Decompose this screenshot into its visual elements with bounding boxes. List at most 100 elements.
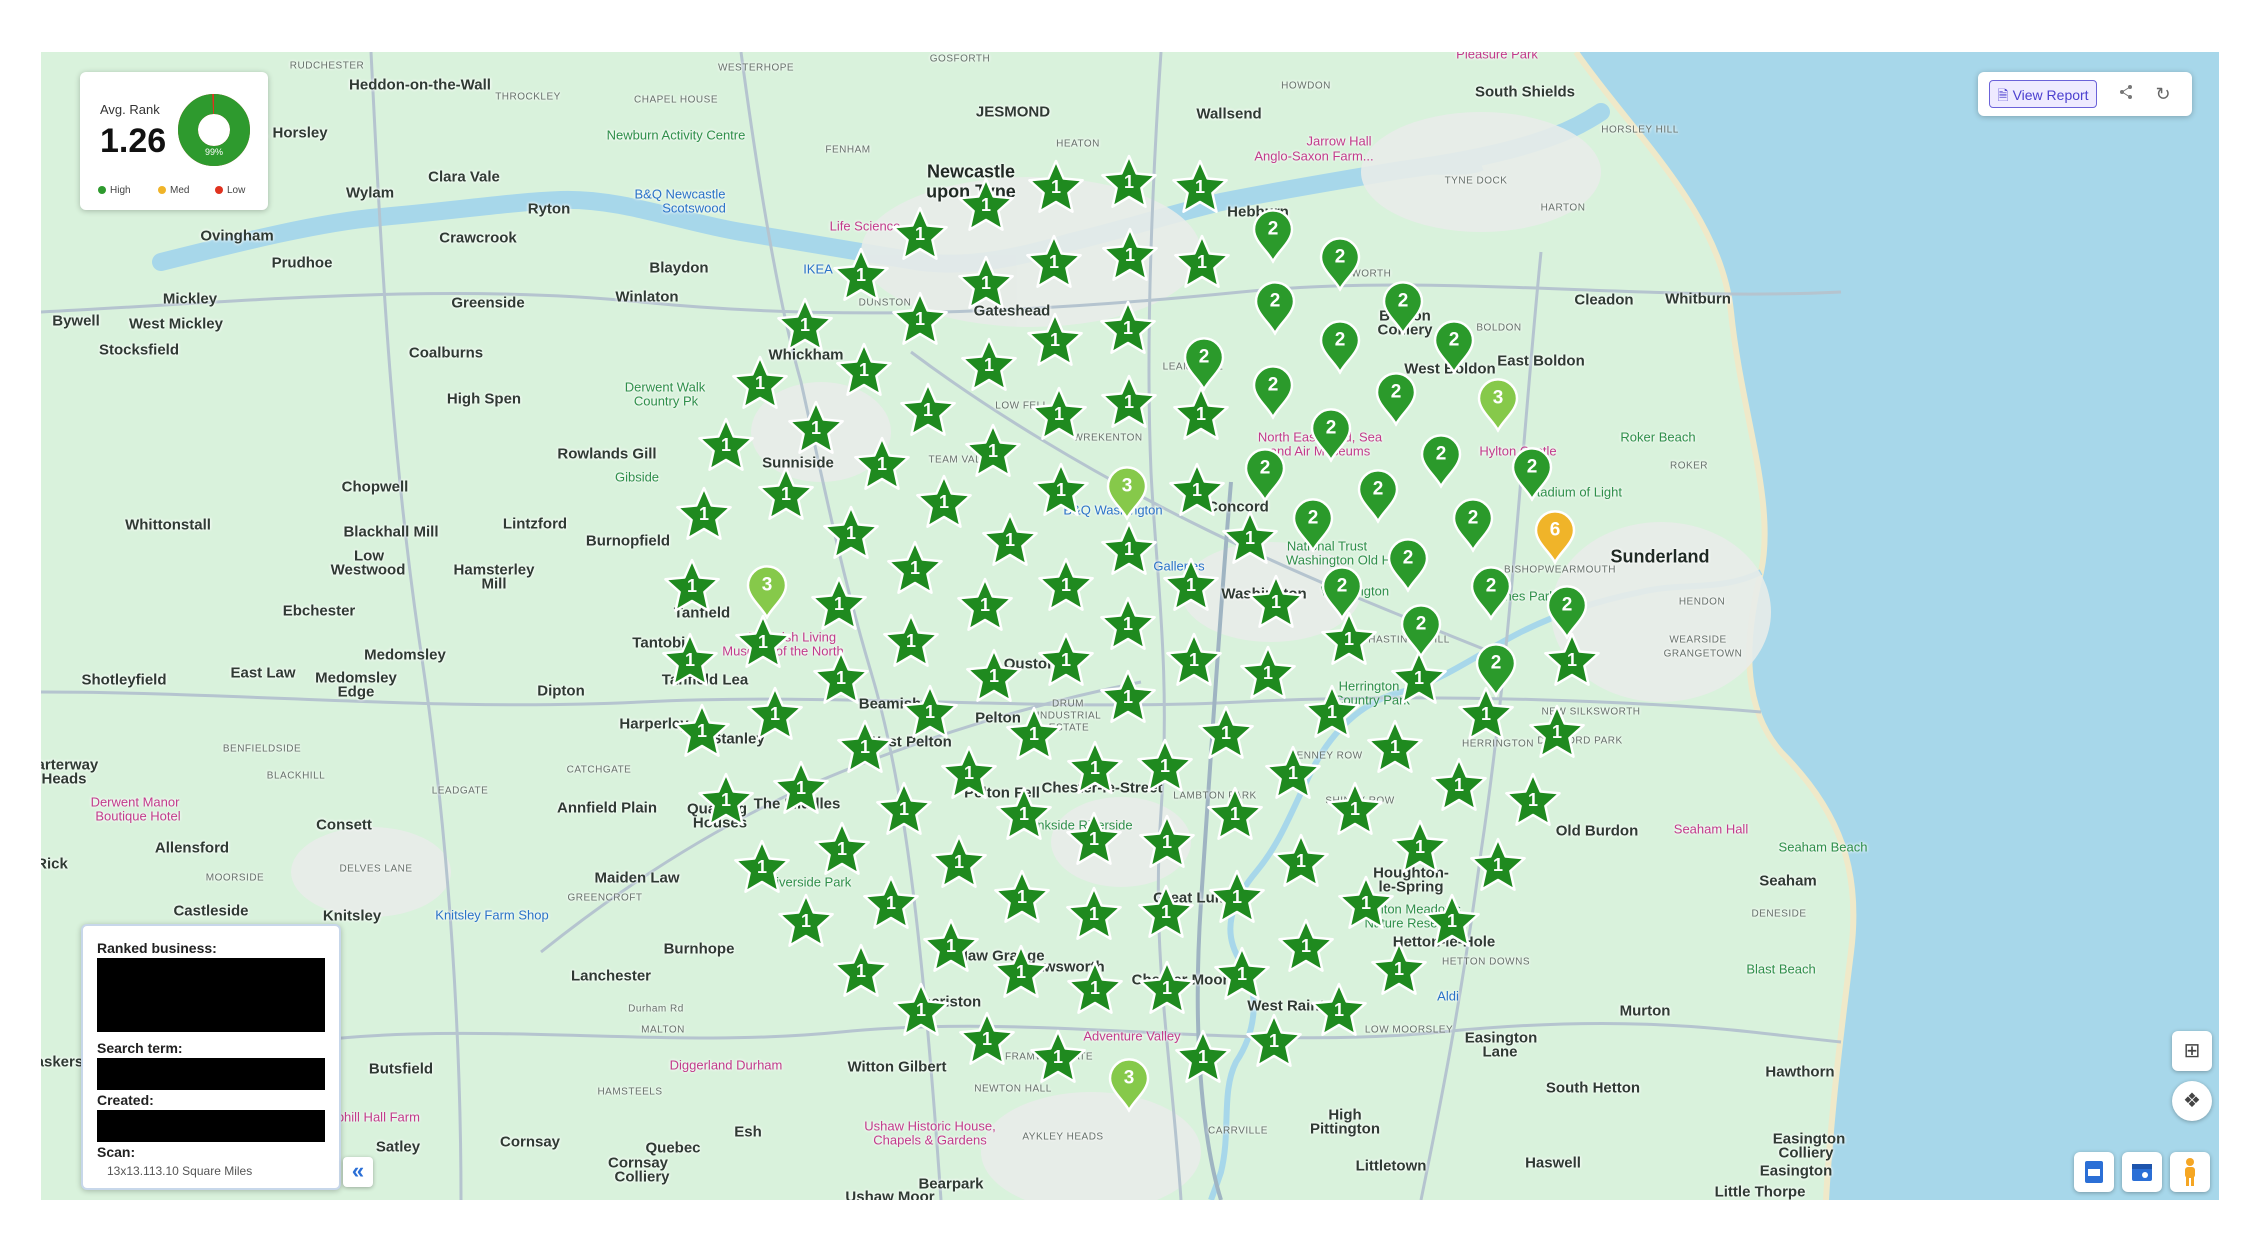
csv-export-button[interactable] [2074,1152,2114,1192]
rank-star-marker[interactable]: 1 [1391,819,1449,877]
rank-star-marker[interactable]: 1 [1026,312,1084,370]
rank-pin-marker[interactable]: 2 [1418,432,1464,489]
rank-star-marker[interactable]: 1 [1066,960,1124,1018]
rank-star-marker[interactable]: 1 [812,650,870,708]
rank-pin-marker[interactable]: 2 [1242,446,1288,503]
rank-star-marker[interactable]: 1 [891,291,949,349]
rank-star-marker[interactable]: 1 [1469,837,1527,895]
rank-pin-marker[interactable]: 2 [1355,467,1401,524]
refresh-icon[interactable]: ↻ [2148,79,2178,109]
rank-star-marker[interactable]: 1 [1172,386,1230,444]
rank-pin-marker[interactable]: 2 [1509,445,1555,502]
rank-star-marker[interactable]: 1 [1221,510,1279,568]
rank-pin-marker[interactable]: 2 [1373,370,1419,427]
rank-star-marker[interactable]: 1 [882,613,940,671]
rank-star-marker[interactable]: 1 [1430,757,1488,815]
rank-star-marker[interactable]: 1 [1423,893,1481,951]
rank-pin-marker[interactable]: 2 [1385,536,1431,593]
rank-star-marker[interactable]: 1 [957,177,1015,235]
rank-star-marker[interactable]: 1 [957,255,1015,313]
rank-pin-marker[interactable]: 2 [1431,318,1477,375]
rank-star-marker[interactable]: 1 [1173,234,1231,292]
rank-pin-marker[interactable]: 3 [1475,376,1521,433]
street-view-button[interactable] [2170,1152,2210,1192]
rank-star-marker[interactable]: 1 [958,1011,1016,1069]
rank-pin-marker[interactable]: 2 [1317,318,1363,375]
rank-star-marker[interactable]: 1 [1100,521,1158,579]
rank-star-marker[interactable]: 1 [930,834,988,892]
rank-star-marker[interactable]: 1 [731,355,789,413]
rank-star-marker[interactable]: 1 [1030,386,1088,444]
rank-star-marker[interactable]: 1 [1099,596,1157,654]
rank-star-marker[interactable]: 1 [956,577,1014,635]
rank-star-marker[interactable]: 1 [1206,786,1264,844]
rank-pin-marker[interactable]: 3 [744,563,790,620]
rank-star-marker[interactable]: 1 [1245,1013,1303,1071]
rank-star-marker[interactable]: 1 [899,382,957,440]
rank-pin-marker[interactable]: 3 [1104,464,1150,521]
rank-star-marker[interactable]: 1 [1138,814,1196,872]
rank-star-marker[interactable]: 1 [1303,684,1361,742]
rank-star-marker[interactable]: 1 [1528,704,1586,762]
rank-star-marker[interactable]: 1 [836,719,894,777]
rank-pin-marker[interactable]: 2 [1308,406,1354,463]
rank-pin-marker[interactable]: 6 [1532,508,1578,565]
rank-star-marker[interactable]: 1 [1099,300,1157,358]
rank-star-marker[interactable]: 1 [1137,884,1195,942]
rank-pin-marker[interactable]: 2 [1317,235,1363,292]
rank-star-marker[interactable]: 1 [1066,740,1124,798]
rank-pin-marker[interactable]: 2 [1398,602,1444,659]
business-profile-button[interactable] [2122,1152,2162,1192]
rank-star-marker[interactable]: 1 [922,918,980,976]
rank-pin-marker[interactable]: 2 [1319,564,1365,621]
rank-star-marker[interactable]: 1 [663,558,721,616]
recenter-button[interactable]: ❖ [2172,1081,2212,1121]
rank-star-marker[interactable]: 1 [1165,632,1223,690]
rank-star-marker[interactable]: 1 [813,821,871,879]
rank-star-marker[interactable]: 1 [757,466,815,524]
rank-star-marker[interactable]: 1 [981,512,1039,570]
rank-star-marker[interactable]: 1 [675,486,733,544]
rank-star-marker[interactable]: 1 [810,576,868,634]
view-report-button[interactable]: 🗎 View Report [1989,80,2097,108]
rank-star-marker[interactable]: 1 [992,944,1050,1002]
rank-star-marker[interactable]: 1 [1390,650,1448,708]
rank-star-marker[interactable]: 1 [1247,574,1305,632]
collapse-panel-button[interactable]: « [343,1157,373,1187]
rank-star-marker[interactable]: 1 [1099,669,1157,727]
rank-star-marker[interactable]: 1 [964,423,1022,481]
rank-star-marker[interactable]: 1 [1100,154,1158,212]
rank-pin-marker[interactable]: 2 [1468,564,1514,621]
rank-star-marker[interactable]: 1 [960,337,1018,395]
rank-star-marker[interactable]: 1 [1005,706,1063,764]
rank-pin-marker[interactable]: 2 [1250,363,1296,420]
rank-star-marker[interactable]: 1 [940,745,998,803]
rank-pin-marker[interactable]: 3 [1106,1056,1152,1113]
rank-star-marker[interactable]: 1 [1213,946,1271,1004]
rank-star-marker[interactable]: 1 [886,540,944,598]
rank-star-marker[interactable]: 1 [1065,811,1123,869]
rank-pin-marker[interactable]: 2 [1450,496,1496,553]
rank-star-marker[interactable]: 1 [1239,645,1297,703]
rank-star-marker[interactable]: 1 [892,982,950,1040]
rank-star-marker[interactable]: 1 [1065,886,1123,944]
rank-star-marker[interactable]: 1 [1100,374,1158,432]
rank-star-marker[interactable]: 1 [1136,738,1194,796]
rank-pin-marker[interactable]: 2 [1252,279,1298,336]
rank-star-marker[interactable]: 1 [1277,918,1335,976]
rank-pin-marker[interactable]: 2 [1290,496,1336,553]
rank-star-marker[interactable]: 1 [835,342,893,400]
rank-star-marker[interactable]: 1 [1337,875,1395,933]
rank-star-marker[interactable]: 1 [901,684,959,742]
share-icon[interactable] [2111,79,2141,109]
rank-star-marker[interactable]: 1 [1310,982,1368,1040]
rank-star-marker[interactable]: 1 [1027,159,1085,217]
rank-star-marker[interactable]: 1 [772,760,830,818]
rank-star-marker[interactable]: 1 [1032,462,1090,520]
rank-pin-marker[interactable]: 2 [1473,641,1519,698]
rank-star-marker[interactable]: 1 [1174,1029,1232,1087]
rank-star-marker[interactable]: 1 [777,893,835,951]
rank-star-marker[interactable]: 1 [1037,632,1095,690]
rank-star-marker[interactable]: 1 [862,875,920,933]
rank-star-marker[interactable]: 1 [661,632,719,690]
